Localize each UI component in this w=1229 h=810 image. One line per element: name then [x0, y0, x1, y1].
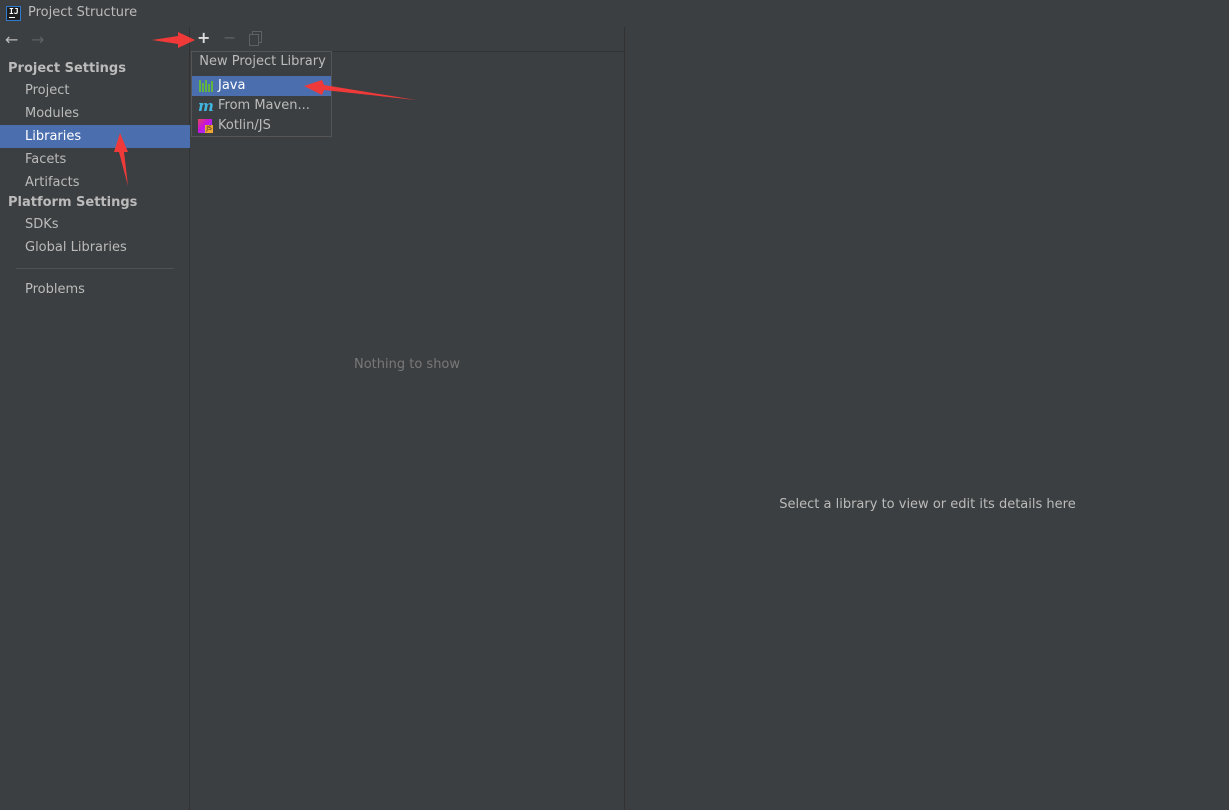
sidebar-item-problems[interactable]: Problems [0, 278, 190, 301]
popup-item-kotlin-js[interactable]: JS Kotlin/JS [192, 116, 331, 136]
annotation-arrow-add [152, 32, 195, 48]
plus-icon[interactable]: + [197, 29, 210, 47]
sidebar-item-artifacts[interactable]: Artifacts [0, 171, 190, 194]
sidebar-item-global-libraries[interactable]: Global Libraries [0, 236, 190, 259]
minus-icon: − [223, 28, 237, 47]
project-settings-header: Project Settings [8, 61, 126, 76]
window-title: Project Structure [28, 5, 138, 20]
platform-settings-header: Platform Settings [8, 195, 138, 210]
empty-list-text: Nothing to show [353, 357, 461, 372]
arrow-right-icon: → [31, 30, 45, 49]
java-library-icon [198, 79, 213, 93]
sidebar-item-project[interactable]: Project [0, 79, 190, 102]
sidebar-item-modules[interactable]: Modules [0, 102, 190, 125]
sidebar-item-facets[interactable]: Facets [0, 148, 190, 171]
copy-icon [249, 31, 262, 46]
popup-title: New Project Library [199, 54, 326, 69]
intellij-idea-icon: IJ [6, 6, 21, 21]
popup-item-label: Kotlin/JS [218, 118, 271, 133]
annotation-arrow-java [304, 80, 416, 100]
detail-placeholder-text: Select a library to view or edit its det… [779, 497, 1076, 512]
sidebar-item-libraries[interactable]: Libraries [0, 125, 190, 148]
sidebar-divider [16, 268, 174, 269]
maven-icon: m [198, 97, 214, 115]
kotlin-js-icon: JS [198, 119, 213, 133]
library-list-panel [191, 27, 625, 810]
annotation-arrow-libraries [114, 133, 128, 186]
popup-item-label: Java [218, 78, 246, 93]
sidebar-item-sdks[interactable]: SDKs [0, 213, 190, 236]
popup-item-label: From Maven... [218, 98, 310, 113]
arrow-left-icon[interactable]: ← [5, 32, 18, 48]
window-titlebar: IJ Project Structure [0, 0, 1229, 27]
